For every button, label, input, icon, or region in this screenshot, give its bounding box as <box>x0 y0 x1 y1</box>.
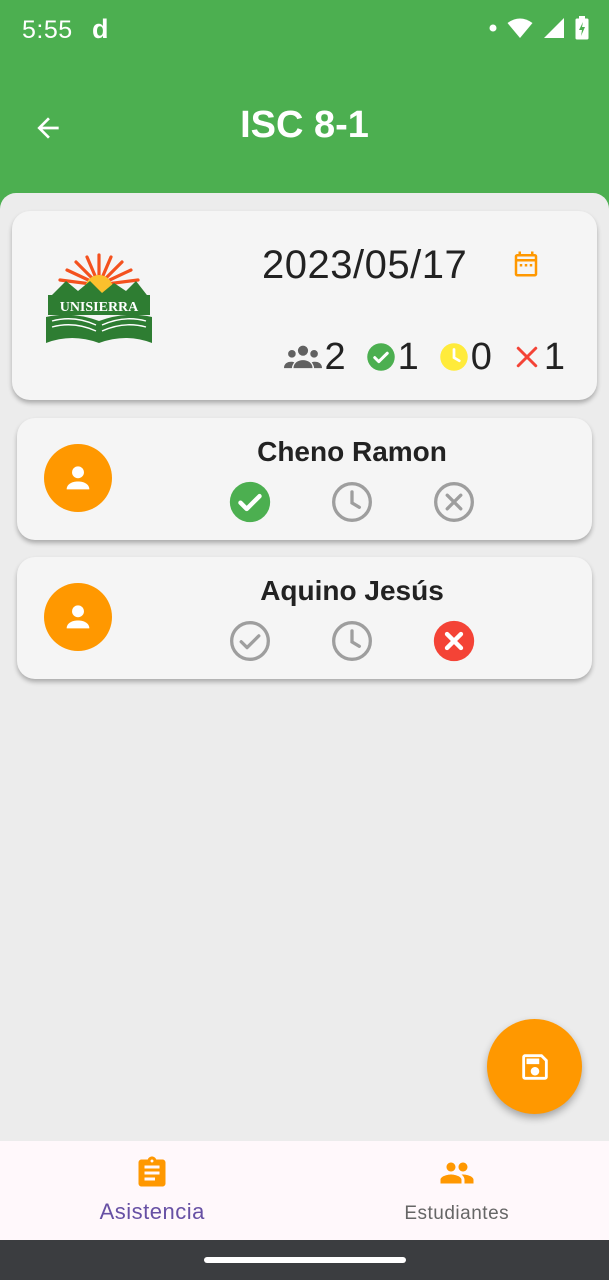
check-circle-icon <box>229 481 271 523</box>
mark-late-button[interactable] <box>330 619 374 663</box>
stat-late-count: 0 <box>470 336 492 378</box>
bottom-navigation: Asistencia Estudiantes <box>0 1141 609 1240</box>
save-icon <box>521 1053 548 1080</box>
mark-present-button[interactable] <box>228 619 272 663</box>
battery-icon <box>575 16 589 40</box>
clock-outline-icon <box>332 621 372 661</box>
group-icon <box>284 345 323 369</box>
attendance-date: 2023/05/17 <box>262 243 468 287</box>
home-gesture-bar[interactable] <box>204 1257 406 1263</box>
clock-icon <box>439 343 468 371</box>
mark-absent-button[interactable] <box>432 480 476 524</box>
cancel-icon <box>433 620 475 662</box>
clock-outline-icon <box>332 482 372 522</box>
calendar-icon <box>514 251 538 277</box>
nav-item-asistencia[interactable]: Asistencia <box>0 1141 305 1240</box>
svg-text:UNISIERRA: UNISIERRA <box>60 300 139 315</box>
check-circle-outline-icon <box>230 621 270 661</box>
stat-total: 2 <box>284 335 346 379</box>
page-title: ISC 8-1 <box>240 104 369 146</box>
status-icons <box>489 16 589 40</box>
stat-present-count: 1 <box>397 336 419 378</box>
close-icon <box>516 346 538 368</box>
stat-absent: 1 <box>512 335 565 379</box>
mark-present-button[interactable] <box>228 480 272 524</box>
person-icon <box>66 605 90 629</box>
dot-icon <box>489 24 497 32</box>
student-card: Cheno Ramon <box>17 418 592 540</box>
mark-late-button[interactable] <box>330 480 374 524</box>
cancel-outline-icon <box>434 482 474 522</box>
wifi-icon <box>507 18 533 38</box>
attendance-stats: 2 1 0 1 <box>284 335 565 379</box>
stat-total-count: 2 <box>324 336 346 378</box>
avatar <box>44 444 112 512</box>
summary-card: UNISIERRA 2023/05/17 2 1 0 1 <box>12 211 597 400</box>
person-icon <box>66 466 90 490</box>
student-name: Aquino Jesús <box>260 575 444 606</box>
clipboard-icon <box>138 1156 166 1187</box>
nav-label-asistencia: Asistencia <box>99 1199 205 1224</box>
unisierra-logo: UNISIERRA <box>44 251 154 351</box>
system-navigation-bar <box>0 1240 609 1280</box>
nav-item-estudiantes[interactable]: Estudiantes <box>305 1141 609 1240</box>
stat-late: 0 <box>439 335 492 379</box>
student-card: Aquino Jesús <box>17 557 592 679</box>
notification-icon: d <box>92 14 109 44</box>
status-time: 5:55 <box>22 16 73 44</box>
signal-icon <box>544 18 564 38</box>
stat-present: 1 <box>366 335 419 379</box>
stat-absent-count: 1 <box>543 336 565 378</box>
save-button[interactable] <box>487 1019 582 1114</box>
student-name: Cheno Ramon <box>257 436 447 467</box>
nav-label-estudiantes: Estudiantes <box>404 1203 510 1224</box>
status-bar: 5:55 d <box>0 0 609 62</box>
check-circle-icon <box>366 343 395 371</box>
people-icon <box>440 1162 474 1184</box>
mark-absent-button[interactable] <box>432 619 476 663</box>
calendar-button[interactable] <box>509 247 543 281</box>
avatar <box>44 583 112 651</box>
